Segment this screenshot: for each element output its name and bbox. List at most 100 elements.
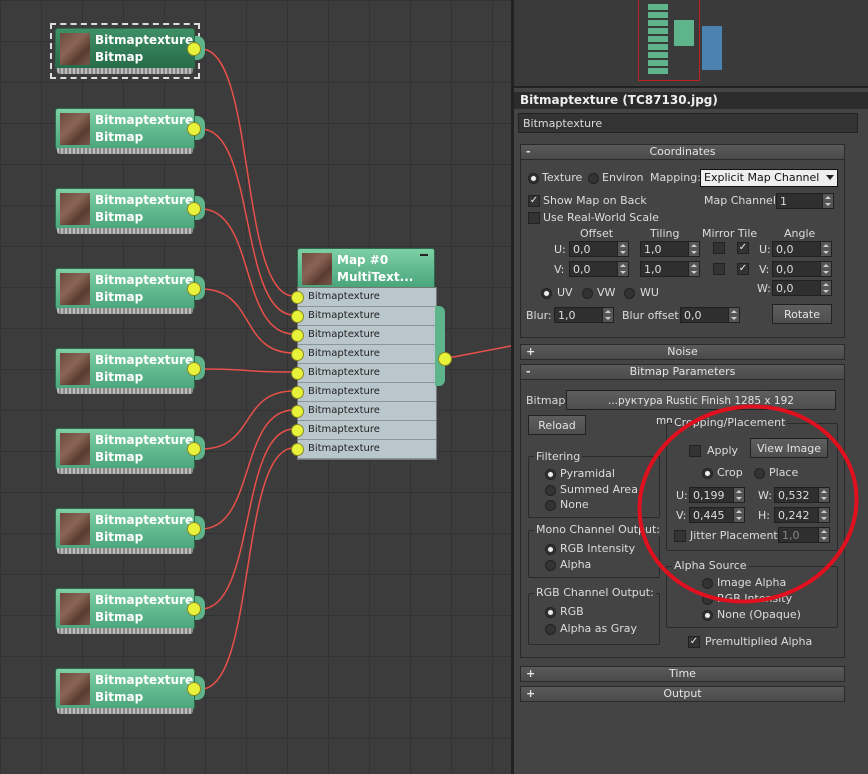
bitmap-node[interactable]: Bitmaptexture Bitmap: [55, 188, 205, 234]
bitmap-node[interactable]: Bitmaptexture Bitmap: [55, 108, 205, 154]
input-socket[interactable]: [291, 443, 304, 456]
bitmap-params-rollout-header[interactable]: - Bitmap Parameters: [520, 364, 845, 380]
node-body[interactable]: Bitmaptexture Bitmap: [55, 508, 195, 550]
rotate-button[interactable]: Rotate: [772, 304, 832, 324]
reload-button[interactable]: Reload: [528, 415, 586, 435]
bitmap-node[interactable]: Bitmaptexture Bitmap: [55, 668, 205, 714]
vw-radio[interactable]: [582, 288, 593, 299]
node-output-socket[interactable]: [187, 602, 201, 616]
u-offset-spinner[interactable]: 0,0: [569, 241, 629, 257]
input-socket[interactable]: [291, 424, 304, 437]
bitmap-thumbnail: [60, 33, 90, 65]
output-rollout-header[interactable]: + Output: [520, 686, 845, 702]
coordinates-rollout-header[interactable]: - Coordinates: [520, 144, 845, 160]
node-body[interactable]: Bitmaptexture Bitmap: [55, 268, 195, 310]
bitmap-thumbnail: [60, 673, 90, 705]
bitmap-thumbnail: [60, 433, 90, 465]
rgb-radio[interactable]: [545, 607, 556, 618]
mapping-dropdown[interactable]: Explicit Map Channel: [700, 169, 838, 187]
pyramidal-label: Pyramidal: [560, 467, 615, 480]
u-tiling-spinner[interactable]: 1,0: [640, 241, 700, 257]
node-output-socket[interactable]: [187, 282, 201, 296]
bitmap-node[interactable]: Bitmaptexture Bitmap: [55, 428, 205, 474]
multitexture-output-socket[interactable]: [438, 352, 452, 366]
map-name-field[interactable]: Bitmaptexture: [518, 113, 858, 133]
texture-radio[interactable]: [528, 173, 539, 184]
multitexture-node-header[interactable]: Map #0 MultiText...: [297, 248, 435, 288]
wu-radio[interactable]: [624, 288, 635, 299]
noise-rollout-header[interactable]: + Noise: [520, 344, 845, 360]
v-tile-checkbox[interactable]: ✓: [737, 263, 749, 275]
blur-spinner[interactable]: 1,0: [554, 307, 614, 323]
bitmap-node[interactable]: Bitmaptexture Bitmap: [50, 23, 205, 79]
node-body[interactable]: Bitmaptexture Bitmap: [55, 668, 195, 710]
multitexture-inputs: Bitmaptexture Bitmaptexture Bitmaptexture B…: [291, 287, 437, 460]
uv-radio[interactable]: [541, 288, 552, 299]
input-socket[interactable]: [291, 348, 304, 361]
u-mirror-checkbox[interactable]: [713, 242, 725, 254]
node-output-socket[interactable]: [187, 682, 201, 696]
bitmap-label: Bitmap:: [526, 394, 570, 407]
bitmap-node[interactable]: Bitmaptexture Bitmap: [55, 268, 205, 314]
node-editor-canvas[interactable]: Bitmaptexture Bitmap Bitmaptexture Bitmap Bi…: [0, 0, 511, 774]
summed-radio[interactable]: [545, 485, 556, 496]
bitmap-thumbnail: [60, 273, 90, 305]
node-output-socket[interactable]: [187, 202, 201, 216]
v-tiling-spinner[interactable]: 1,0: [640, 261, 700, 277]
real-world-checkbox[interactable]: [528, 212, 540, 224]
pyramidal-radio[interactable]: [545, 469, 556, 480]
u-angle-spinner[interactable]: 0,0: [772, 241, 832, 257]
node-body[interactable]: Bitmaptexture Bitmap: [55, 108, 195, 150]
environ-radio[interactable]: [588, 173, 599, 184]
node-output-socket[interactable]: [187, 522, 201, 536]
v-offset-spinner[interactable]: 0,0: [569, 261, 629, 277]
wu-label: WU: [640, 286, 659, 299]
wire: [200, 409, 295, 530]
minimize-icon[interactable]: [420, 254, 428, 256]
w-angle-spinner[interactable]: 0,0: [772, 280, 832, 296]
input-socket[interactable]: [291, 405, 304, 418]
node-body[interactable]: Bitmaptexture Bitmap: [55, 348, 195, 390]
node-output-socket[interactable]: [187, 442, 201, 456]
node-subtitle: Bitmap: [95, 530, 144, 544]
node-body[interactable]: Bitmaptexture Bitmap: [55, 188, 195, 230]
none-opaque-radio[interactable]: [702, 610, 713, 621]
bitmap-node[interactable]: Bitmaptexture Bitmap: [55, 588, 205, 634]
bitmap-path-button[interactable]: ...руктура Rustic Finish 1285 x 192 mm\T…: [566, 390, 836, 427]
input-label: Bitmaptexture: [308, 310, 380, 321]
input-label: Bitmaptexture: [308, 329, 380, 340]
mirror-tile-header: Mirror Tile: [702, 227, 758, 240]
blur-offset-spinner[interactable]: 0,0: [680, 307, 740, 323]
node-body[interactable]: Bitmaptexture Bitmap: [55, 28, 195, 70]
node-output-socket[interactable]: [187, 362, 201, 376]
input-socket[interactable]: [291, 367, 304, 380]
time-rollout-header[interactable]: + Time: [520, 666, 845, 682]
node-body[interactable]: Bitmaptexture Bitmap: [55, 428, 195, 470]
node-body[interactable]: Bitmaptexture Bitmap: [55, 588, 195, 630]
wire: [200, 428, 295, 610]
node-title: Bitmaptexture: [95, 433, 194, 447]
rgb-intensity-radio[interactable]: [545, 544, 556, 555]
uv-label: UV: [557, 286, 573, 299]
v-mirror-checkbox[interactable]: [713, 263, 725, 275]
node-output-socket[interactable]: [187, 122, 201, 136]
input-socket[interactable]: [291, 310, 304, 323]
u-tile-checkbox[interactable]: ✓: [737, 242, 749, 254]
alpha-gray-radio[interactable]: [545, 624, 556, 635]
multitexture-node[interactable]: Map #0 MultiText... Bitmaptexture Bitmapt…: [291, 248, 452, 464]
navigator-node-bar: [648, 60, 668, 66]
node-footer: [57, 68, 193, 74]
v-angle-spinner[interactable]: 0,0: [772, 261, 832, 277]
input-socket[interactable]: [291, 291, 304, 304]
bitmap-node[interactable]: Bitmaptexture Bitmap: [55, 508, 205, 554]
navigator-view[interactable]: [514, 0, 868, 88]
show-map-checkbox[interactable]: ✓: [528, 195, 540, 207]
bitmap-node[interactable]: Bitmaptexture Bitmap: [55, 348, 205, 394]
input-socket[interactable]: [291, 386, 304, 399]
node-output-socket[interactable]: [187, 42, 201, 56]
none-filter-radio[interactable]: [545, 500, 556, 511]
mono-alpha-radio[interactable]: [545, 560, 556, 571]
premult-checkbox[interactable]: ✓: [688, 636, 700, 648]
input-socket[interactable]: [291, 329, 304, 342]
map-channel-spinner[interactable]: 1: [776, 193, 834, 209]
